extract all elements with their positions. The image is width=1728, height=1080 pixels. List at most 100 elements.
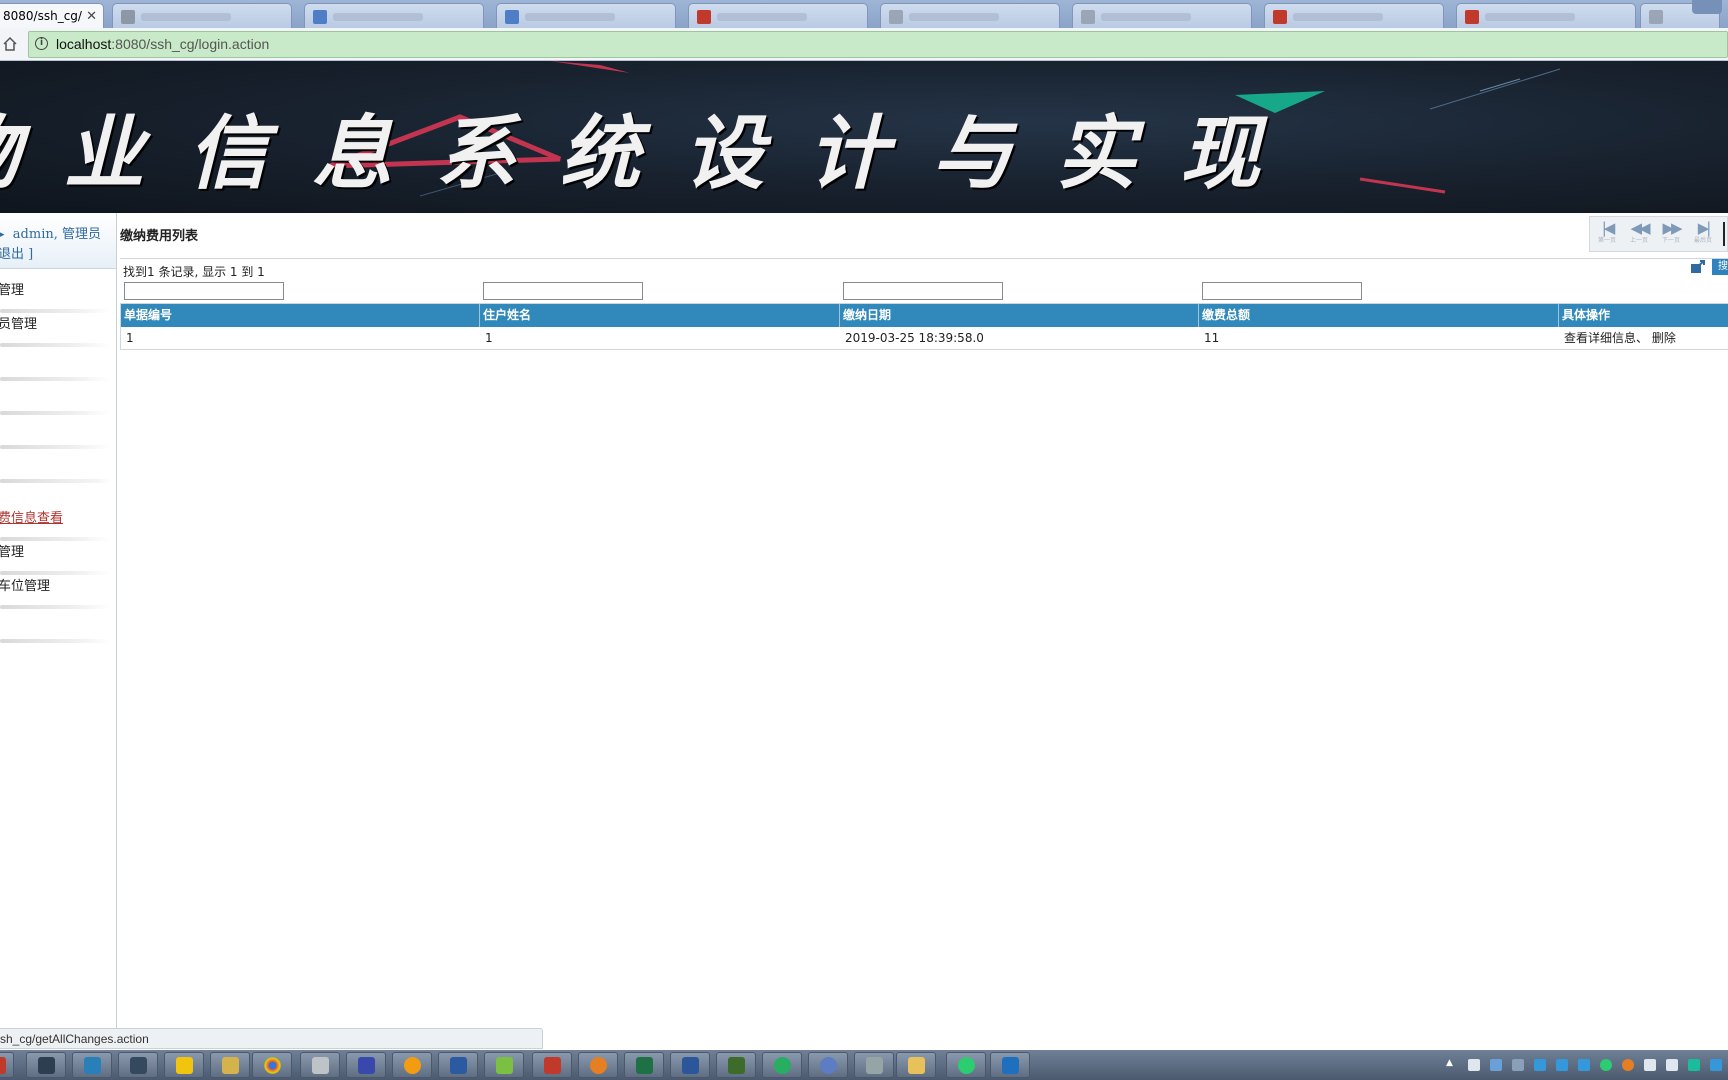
main-content: 缴纳费用列表 |◀ 第一页 ◀◀ 上一页 ▶▶ 下一页 ▶| 最后页 找到1 条记录, … [117,213,1728,1028]
column-header-resident-name[interactable]: 住户姓名 [480,304,840,327]
taskbar-excel[interactable] [624,1052,664,1078]
sidebar-item-4[interactable] [0,381,110,415]
taskbar-app-20[interactable] [854,1052,894,1078]
taskbar-app-3[interactable] [72,1052,112,1078]
taskbar-app-5[interactable] [164,1052,204,1078]
taskbar-app-11[interactable] [438,1052,478,1078]
tray-icon[interactable] [1710,1059,1722,1071]
sidebar-item-6[interactable] [0,449,110,483]
sidebar-item-2[interactable]: 员管理 [0,313,110,347]
taskbar-app-1[interactable] [0,1052,14,1078]
taskbar-app-18[interactable] [762,1052,802,1078]
column-header-bill-no[interactable]: 单据编号 [121,304,480,327]
taskbar-explorer[interactable] [896,1052,936,1078]
app-icon [544,1057,561,1074]
chrome-icon [264,1057,281,1074]
taskbar-app-19[interactable] [808,1052,848,1078]
tab-blurred-title [525,12,615,21]
taskbar-app-4[interactable] [118,1052,158,1078]
app-icon [404,1057,421,1074]
tab-favicon-icon [505,9,519,24]
next-page-button[interactable]: ▶▶ 下一页 [1656,219,1686,249]
taskbar-app-9[interactable] [346,1052,386,1078]
taskbar-app-12[interactable] [484,1052,524,1078]
tab-favicon-icon [697,9,711,24]
last-page-label: 最后页 [1693,237,1712,244]
sidebar-item-fee-view[interactable]: 费信息查看 [0,507,110,541]
user-name-role: admin, 管理员 [12,227,101,242]
tab-close-icon[interactable]: ✕ [86,4,97,28]
prev-page-button[interactable]: ◀◀ 上一页 [1624,219,1654,249]
tab-blurred-title [333,12,423,21]
tab-8[interactable] [1264,3,1444,28]
tray-icon[interactable] [1688,1059,1700,1071]
network-icon[interactable] [1666,1059,1678,1071]
record-summary: 找到1 条记录, 显示 1 到 1 [123,265,265,279]
tab-3[interactable] [304,3,484,28]
tray-icon[interactable] [1468,1059,1480,1071]
tray-expand-icon[interactable]: ▲ [1446,1058,1458,1070]
taskbar-app-13[interactable] [532,1052,572,1078]
column-header-total-amount[interactable]: 缴费总额 [1199,304,1559,327]
taskbar-word[interactable] [670,1052,710,1078]
taskbar-dreamweaver[interactable] [716,1052,756,1078]
column-header-actions: 具体操作 [1562,308,1611,322]
home-icon[interactable] [2,36,18,52]
search-button[interactable]: 搜 [1712,259,1728,275]
tab-7[interactable] [1072,3,1252,28]
prev-page-label: 上一页 [1629,237,1648,244]
taskbar-chrome[interactable] [252,1052,292,1078]
app-icon [866,1057,883,1074]
app-icon [496,1057,513,1074]
user-info-box: ▸ admin, 管理员 退出 ] [0,213,116,269]
logout-link[interactable]: 退出 ] [0,243,33,262]
tray-icon[interactable] [1578,1059,1590,1071]
tab-6[interactable] [880,3,1060,28]
tab-blurred-title [1485,12,1575,21]
tray-icon[interactable] [1490,1059,1502,1071]
tray-icon[interactable] [1512,1059,1524,1071]
taskbar-app-14[interactable] [578,1052,618,1078]
tab-blurred-title [141,12,231,21]
taskbar-app-6[interactable] [210,1052,250,1078]
tray-icon[interactable] [1534,1059,1546,1071]
next-page-label: 下一页 [1661,237,1680,244]
sidebar-item-label: 管理 [0,283,25,298]
sidebar-item-11[interactable] [0,609,110,643]
tab-5[interactable] [688,3,868,28]
filter-input-resident-name[interactable] [483,282,643,300]
sidebar-item-parking[interactable]: 车位管理 [0,575,110,609]
tab-9[interactable] [1456,3,1636,28]
first-page-button[interactable]: |◀ 第一页 [1592,219,1622,249]
tab-2[interactable] [112,3,292,28]
sidebar-item-1[interactable]: 管理 [0,279,110,313]
tab-active[interactable]: 8080/ssh_cg/ ✕ [0,3,104,28]
taskbar-app-10[interactable] [392,1052,432,1078]
filter-input-payment-date[interactable] [843,282,1003,300]
volume-icon[interactable] [1644,1059,1656,1071]
url-text[interactable]: localhost:8080/ssh_cg/login.action [56,32,269,57]
taskbar-app-8[interactable] [300,1052,340,1078]
last-page-button[interactable]: ▶| 最后页 [1688,219,1718,249]
cell-actions[interactable]: 查看详细信息、 删除 [1559,327,1728,349]
tray-wechat-icon[interactable] [1600,1059,1612,1071]
export-icon[interactable] [1690,260,1706,274]
filter-input-bill-no[interactable] [124,282,284,300]
tab-favicon-icon [1273,9,1287,24]
tray-icon[interactable] [1556,1059,1568,1071]
app-icon [312,1057,329,1074]
tab-4[interactable] [496,3,676,28]
taskbar-app-2[interactable] [26,1052,66,1078]
column-header-payment-date[interactable]: 缴纳日期 [840,304,1199,327]
window-controls[interactable] [1692,0,1722,14]
taskbar-app-23[interactable] [990,1052,1030,1078]
sidebar-item-manage[interactable]: 管理 [0,541,110,575]
sidebar-item-label: 管理 [0,545,25,560]
tray-icon[interactable] [1622,1059,1634,1071]
sidebar-item-5[interactable] [0,415,110,449]
taskbar-wechat[interactable] [946,1052,986,1078]
address-bar[interactable]: i localhost:8080/ssh_cg/login.action [28,31,1728,58]
filter-input-total-amount[interactable] [1202,282,1362,300]
sidebar-item-3[interactable] [0,347,110,381]
info-icon[interactable]: i [35,37,48,50]
